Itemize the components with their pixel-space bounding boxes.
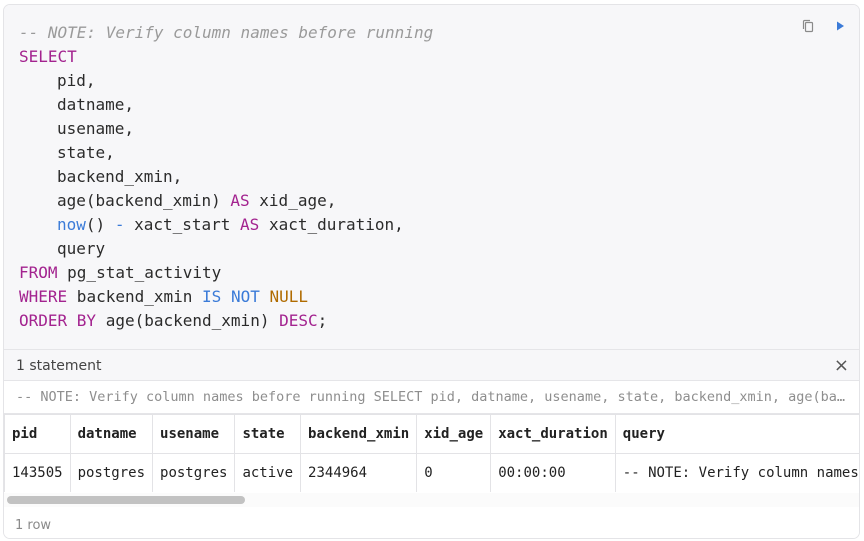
code-line: age(backend_xmin) AS xid_age, [19, 189, 433, 213]
code-line: now() - xact_start AS xact_duration, [19, 213, 433, 237]
code-token-keyword: AS [240, 215, 260, 234]
column-header-backend-xmin[interactable]: backend_xmin [300, 414, 418, 454]
code-line: datname, [19, 93, 433, 117]
copy-icon [802, 19, 814, 33]
code-token-ident: pid, [57, 71, 96, 90]
table-header-row: pid datname usename state backend_xmin xid_ag… [4, 414, 859, 454]
column-header-state[interactable]: state [234, 414, 302, 454]
code-token-comment: -- NOTE: Verify column names before runn… [19, 23, 434, 42]
code-token-ident: datname, [57, 95, 135, 114]
table-cell-datname[interactable]: postgres [69, 453, 154, 492]
code-token-func: now [57, 215, 86, 234]
statement-tab[interactable]: -- NOTE: Verify column names before runn… [4, 381, 859, 414]
code-token-ident: query [57, 239, 106, 258]
scrollbar-thumb[interactable] [7, 496, 245, 504]
code-token-null: NULL [269, 287, 309, 306]
play-icon [837, 21, 844, 31]
table-cell-query[interactable]: -- NOTE: Verify column names before runn… [614, 453, 859, 492]
code-line: backend_xmin, [19, 165, 433, 189]
code-token-ident: xact_start [124, 215, 241, 234]
row-count: 1 row [15, 518, 52, 533]
code-token-ident: backend_xmin [67, 287, 203, 306]
code-token-keyword: ORDER BY [19, 311, 97, 330]
table-cell-xact-duration[interactable]: 00:00:00 [490, 453, 616, 492]
statement-preview: -- NOTE: Verify column names before runn… [16, 389, 846, 405]
sql-editor[interactable]: -- NOTE: Verify column names before runn… [4, 5, 859, 350]
code-token-ident: ; [317, 311, 328, 330]
results-header: 1 statement × [4, 350, 859, 381]
sql-code[interactable]: -- NOTE: Verify column names before runn… [19, 21, 433, 333]
column-header-query[interactable]: query [614, 414, 859, 454]
table-cell-xid-age[interactable]: 0 [416, 453, 492, 492]
horizontal-scrollbar[interactable] [4, 493, 859, 507]
code-token-ident: xid_age, [249, 191, 337, 210]
table-row[interactable]: 143505 postgres postgres active 2344964 0 00:0… [4, 453, 859, 492]
sql-query-card: -- NOTE: Verify column names before runn… [3, 4, 860, 539]
table-cell-usename[interactable]: postgres [152, 453, 236, 492]
code-token-ident [221, 287, 231, 306]
code-token-keyword: FROM [19, 263, 58, 282]
code-line: WHERE backend_xmin IS NOT NULL [19, 285, 433, 309]
table-cell-pid[interactable]: 143505 [4, 453, 71, 492]
table-body: 143505 postgres postgres active 2344964 0 00:0… [4, 453, 859, 492]
code-line: SELECT [19, 45, 433, 69]
code-token-func: NOT [230, 287, 260, 306]
code-token-ident: xact_duration, [259, 215, 404, 234]
table-cell-backend-xmin[interactable]: 2344964 [300, 453, 418, 492]
code-token-ident: pg_stat_activity [57, 263, 222, 282]
column-header-xid-age[interactable]: xid_age [416, 414, 492, 454]
code-token-keyword: AS [230, 191, 250, 210]
code-token-keyword: SELECT [19, 47, 77, 66]
code-token-ident: state, [57, 143, 115, 162]
statement-count: 1 statement [16, 358, 102, 374]
editor-actions [795, 14, 853, 38]
code-token-op: - [114, 215, 125, 234]
column-header-datname[interactable]: datname [69, 414, 154, 454]
run-button[interactable] [827, 14, 853, 38]
code-token-ident: () [85, 215, 115, 234]
column-header-xact-duration[interactable]: xact_duration [490, 414, 616, 454]
close-results-button[interactable]: × [834, 355, 849, 376]
code-token-func: IS [202, 287, 222, 306]
code-line: usename, [19, 117, 433, 141]
code-line: state, [19, 141, 433, 165]
results-table-container[interactable]: pid datname usename state backend_xmin xid_ag… [4, 414, 859, 492]
code-token-ident: age(backend_xmin) [57, 191, 231, 210]
results-table: pid datname usename state backend_xmin xid_ag… [4, 414, 859, 492]
code-line: -- NOTE: Verify column names before runn… [19, 21, 433, 45]
code-line: query [19, 237, 433, 261]
code-token-ident: age(backend_xmin) [96, 311, 280, 330]
results-footer: 1 row [4, 508, 859, 538]
table-cell-state[interactable]: active [234, 453, 302, 492]
code-token-ident: usename, [57, 119, 135, 138]
column-header-usename[interactable]: usename [152, 414, 236, 454]
copy-button[interactable] [795, 14, 821, 38]
code-token-keyword: DESC [279, 311, 318, 330]
code-line: FROM pg_stat_activity [19, 261, 433, 285]
code-token-ident: backend_xmin, [57, 167, 183, 186]
code-token-keyword: WHERE [19, 287, 68, 306]
code-line: ORDER BY age(backend_xmin) DESC; [19, 309, 433, 333]
code-line: pid, [19, 69, 433, 93]
column-header-pid[interactable]: pid [4, 414, 71, 454]
